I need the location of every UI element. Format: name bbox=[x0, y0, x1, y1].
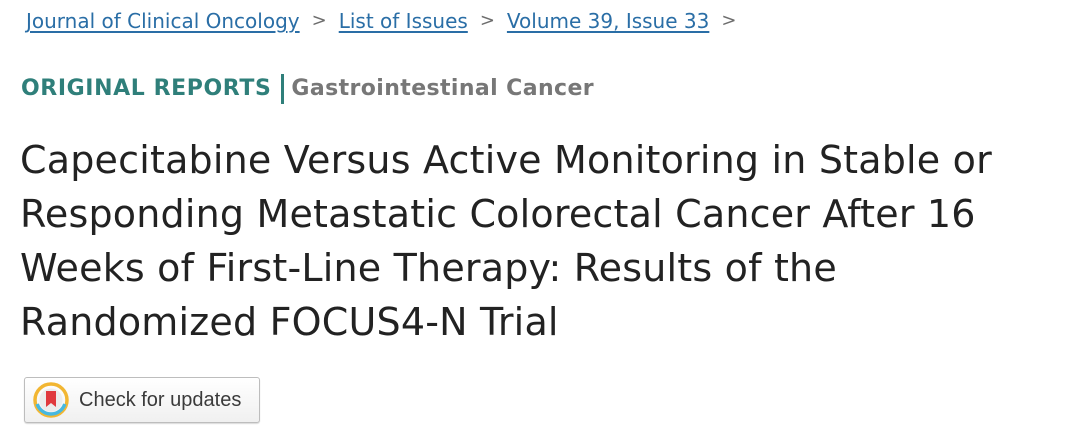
breadcrumb-separator: > bbox=[721, 10, 737, 31]
breadcrumb-journal-link[interactable]: Journal of Clinical Oncology bbox=[26, 8, 300, 34]
article-subject-label: Gastrointestinal Cancer bbox=[291, 76, 595, 101]
section-divider bbox=[281, 74, 285, 104]
breadcrumb-separator: > bbox=[311, 10, 327, 31]
article-title: Capecitabine Versus Active Monitoring in… bbox=[20, 138, 992, 344]
check-for-updates-button[interactable]: Check for updates bbox=[24, 377, 260, 423]
article-type-label: ORIGINAL REPORTS bbox=[21, 76, 272, 101]
breadcrumb-issues-link[interactable]: List of Issues bbox=[339, 8, 468, 34]
breadcrumb-volume-link[interactable]: Volume 39, Issue 33 bbox=[507, 8, 709, 34]
check-for-updates-label: Check for updates bbox=[79, 388, 242, 411]
breadcrumb: Journal of Clinical Oncology > List of I… bbox=[26, 8, 748, 34]
article-section-heading: ORIGINAL REPORTS Gastrointestinal Cancer bbox=[21, 74, 594, 104]
crossmark-icon bbox=[33, 382, 69, 418]
breadcrumb-separator: > bbox=[479, 10, 495, 31]
